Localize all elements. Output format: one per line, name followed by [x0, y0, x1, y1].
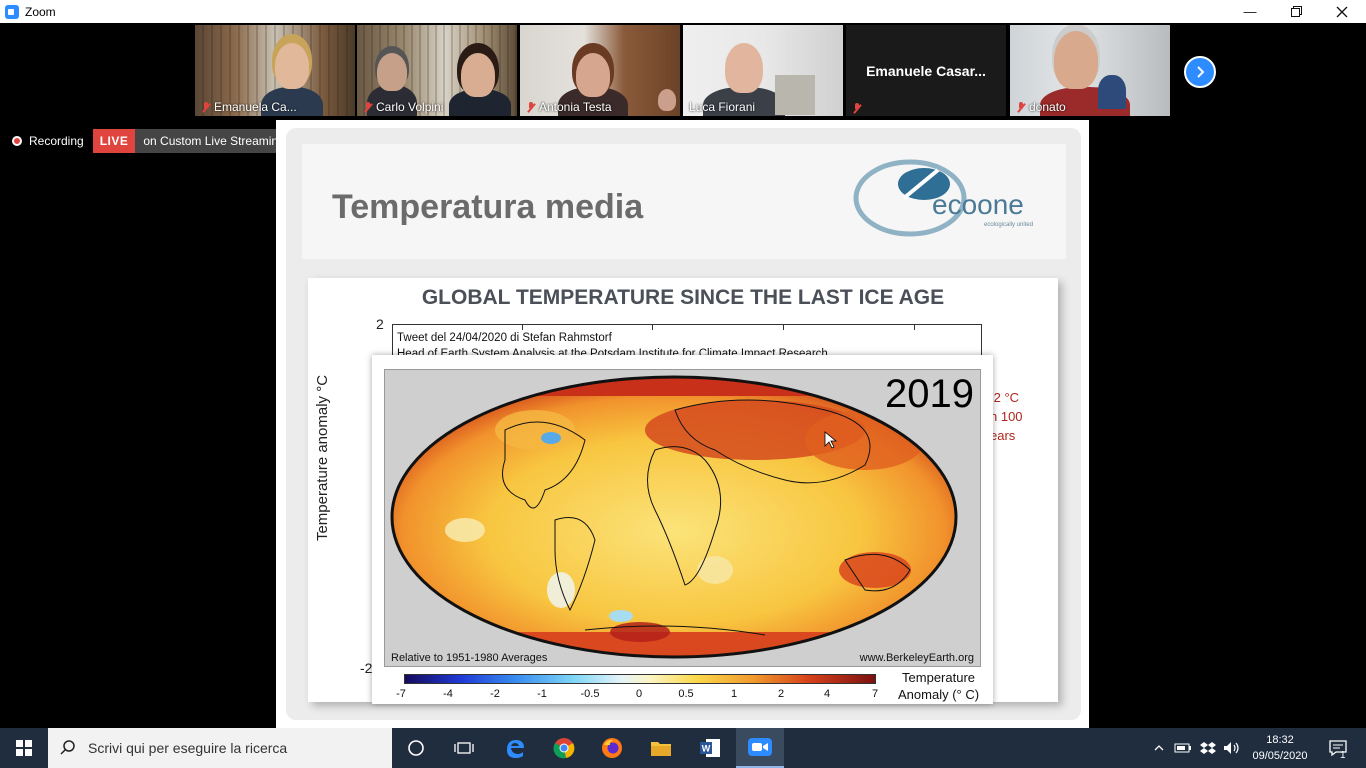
participant-tile[interactable]: Carlo Volpini — [357, 25, 517, 116]
x-axis-tick — [652, 324, 653, 330]
task-view-icon[interactable] — [440, 728, 488, 768]
file-explorer-icon[interactable] — [637, 728, 685, 768]
svg-text:ecologically united: ecologically united — [984, 222, 1033, 228]
start-button[interactable] — [0, 728, 48, 768]
dropbox-icon[interactable] — [1197, 728, 1219, 768]
window-titlebar: Zoom — — [0, 0, 1366, 23]
taskbar-search-box[interactable]: Scrivi qui per eseguire la ricerca — [48, 728, 392, 768]
zoom-app-icon[interactable] — [736, 728, 784, 768]
y-axis-bottom-tick: -2 — [360, 660, 373, 676]
berkeley-earth-map-card: 2019 Relative to 1951-1980 Averages www.… — [372, 355, 993, 704]
colorbar-tick: -0.5 — [580, 688, 600, 700]
participant-name-label: Emanuela Ca... — [201, 100, 297, 114]
map-panel: 2019 Relative to 1951-1980 Averages www.… — [384, 369, 981, 667]
y-axis-top-tick: 2 — [376, 316, 384, 332]
notification-count-badge: 1 — [1340, 750, 1346, 761]
map-footer-right: www.BerkeleyEarth.org — [859, 652, 974, 664]
graph-heading: GLOBAL TEMPERATURE SINCE THE LAST ICE AG… — [421, 286, 945, 309]
chevron-right-icon — [1197, 66, 1205, 78]
svg-text:ecoone: ecoone — [932, 189, 1024, 220]
colorbar-tick: 1 — [730, 688, 738, 700]
participant-tile-active-speaker[interactable]: Luca Fiorani — [683, 25, 843, 116]
muted-mic-icon — [363, 101, 373, 113]
slide-header: Temperatura media ecoone ecologically un… — [302, 144, 1066, 259]
recording-label: Recording — [29, 134, 84, 148]
windows-taskbar: Scrivi qui per eseguire la ricerca W 18:… — [0, 728, 1366, 768]
tweet-line-1: Tweet del 24/04/2020 di Stefan Rahmstorf — [397, 332, 612, 344]
action-center-button[interactable]: 1 — [1320, 728, 1356, 768]
participant-name-label: Carlo Volpini — [363, 100, 443, 114]
edge-browser-icon[interactable] — [491, 728, 539, 768]
graph-side-note: .2 °C n 100 ears — [990, 390, 1023, 443]
muted-mic-icon — [852, 103, 862, 114]
live-badge: LIVE — [92, 129, 136, 153]
colorbar-tick: -4 — [443, 688, 453, 700]
colorbar-tick: 0.5 — [678, 688, 694, 700]
y-axis-label: Temperature anomaly °C — [314, 374, 331, 542]
chrome-browser-icon[interactable] — [540, 728, 588, 768]
zoom-logo-icon — [5, 4, 19, 19]
x-axis-tick — [522, 324, 523, 330]
restore-icon[interactable] — [1273, 0, 1319, 23]
cortana-icon[interactable] — [392, 728, 440, 768]
colorbar-tick: -7 — [396, 688, 406, 700]
next-participants-button[interactable] — [1184, 56, 1216, 88]
windows-logo-icon — [16, 740, 32, 756]
firefox-browser-icon[interactable] — [588, 728, 636, 768]
participant-name-label: Antonia Testa — [526, 100, 612, 114]
map-footer-left: Relative to 1951-1980 Averages — [391, 652, 548, 664]
colorbar — [404, 674, 876, 684]
recording-dot-icon — [12, 136, 22, 146]
participant-tile-video-off[interactable]: Emanuele Casar... — [846, 25, 1006, 116]
participant-tile[interactable]: donato — [1010, 25, 1170, 116]
svg-text:W: W — [702, 744, 711, 754]
muted-mic-icon — [201, 101, 211, 113]
participant-name-label: donato — [1016, 100, 1066, 114]
tweet-citation: Tweet del 24/04/2020 di Stefan Rahmstorf… — [392, 324, 982, 360]
colorbar-unit-label: Temperature Anomaly (° C) — [898, 670, 980, 702]
colorbar-tick: 4 — [823, 688, 831, 700]
taskbar-clock[interactable]: 18:32 09/05/2020 — [1244, 732, 1316, 764]
participant-display-name: Emanuele Casar... — [866, 63, 986, 79]
word-app-icon[interactable]: W — [686, 728, 734, 768]
volume-icon[interactable] — [1221, 728, 1243, 768]
x-axis-tick — [914, 324, 915, 330]
close-icon[interactable] — [1319, 0, 1365, 23]
clock-time: 18:32 — [1266, 734, 1294, 746]
colorbar-tick: 0 — [635, 688, 643, 700]
slide-title: Temperatura media — [332, 188, 644, 226]
ecoone-logo-icon: ecoone ecologically united — [853, 159, 1033, 237]
participant-tile[interactable]: Emanuela Ca... — [195, 25, 355, 116]
colorbar-tick: -2 — [490, 688, 500, 700]
window-title: Zoom — [25, 4, 56, 19]
colorbar-tick: 2 — [777, 688, 785, 700]
search-placeholder: Scrivi qui per eseguire la ricerca — [88, 740, 288, 756]
meeting-stage: Emanuela Ca... Carlo Volpini Antonia Tes… — [0, 23, 1366, 728]
colorbar-tick: -1 — [537, 688, 547, 700]
map-year: 2019 — [885, 372, 974, 416]
clock-date: 09/05/2020 — [1252, 750, 1308, 762]
participant-name-label — [852, 103, 862, 114]
x-axis-tick — [783, 324, 784, 330]
search-icon — [60, 740, 75, 755]
participant-name-label: Luca Fiorani — [689, 100, 756, 114]
minimize-icon[interactable]: — — [1227, 0, 1273, 23]
battery-power-icon[interactable] — [1172, 728, 1194, 768]
participant-tile[interactable]: Antonia Testa — [520, 25, 680, 116]
muted-mic-icon — [526, 101, 536, 113]
show-hidden-icons-icon[interactable] — [1150, 728, 1168, 768]
muted-mic-icon — [1016, 101, 1026, 113]
colorbar-tick: 7 — [871, 688, 879, 700]
